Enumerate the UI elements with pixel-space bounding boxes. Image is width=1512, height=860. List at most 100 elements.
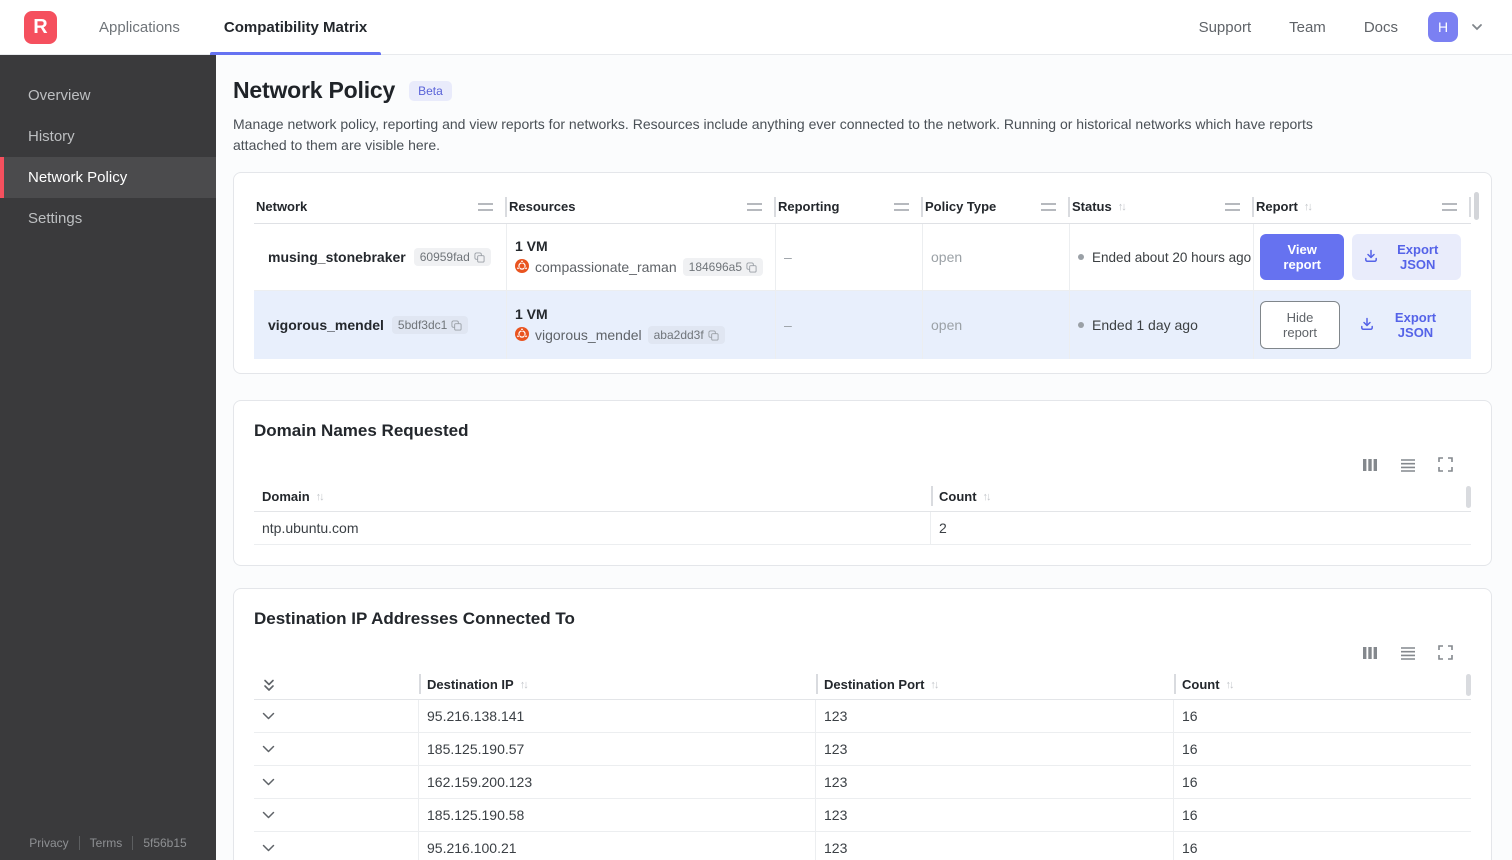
column-header-destination-ip[interactable]: Destination IP ↑↓ bbox=[419, 670, 816, 699]
ubuntu-icon bbox=[515, 258, 529, 276]
columns-icon[interactable] bbox=[1362, 457, 1378, 472]
sort-icon: ↑↓ bbox=[1225, 678, 1235, 691]
count-value: 16 bbox=[1182, 774, 1198, 790]
view-report-button[interactable]: View report bbox=[1260, 234, 1345, 280]
destination-row[interactable]: 185.125.190.58 123 16 bbox=[254, 799, 1471, 832]
download-icon bbox=[1364, 249, 1378, 266]
column-header-count[interactable]: Count ↑↓ bbox=[1174, 670, 1471, 699]
count-value: 16 bbox=[1182, 807, 1198, 823]
sidebar-item-overview[interactable]: Overview bbox=[0, 75, 216, 116]
destination-port-value: 123 bbox=[816, 832, 1174, 860]
column-header-report[interactable]: Report ↑↓ bbox=[1254, 190, 1471, 223]
copy-icon[interactable] bbox=[746, 261, 757, 273]
beta-badge: Beta bbox=[409, 80, 452, 101]
export-json-button[interactable]: Export JSON bbox=[1348, 302, 1461, 348]
domains-card: Domain Names Requested Domain ↑↓ Count ↑↓ … bbox=[233, 400, 1492, 566]
destinations-card: Destination IP Addresses Connected To De… bbox=[233, 588, 1492, 860]
nav-support[interactable]: Support bbox=[1183, 19, 1268, 36]
columns-icon[interactable] bbox=[1362, 645, 1378, 660]
column-header-count[interactable]: Count ↑↓ bbox=[931, 482, 1471, 511]
nav-compatibility-matrix[interactable]: Compatibility Matrix bbox=[206, 0, 385, 55]
chevron-down-icon[interactable] bbox=[1470, 20, 1484, 34]
page-title: Network Policy bbox=[233, 77, 396, 103]
table-scrollbar[interactable] bbox=[1474, 192, 1479, 220]
status-dot bbox=[1078, 322, 1084, 328]
destination-row[interactable]: 95.216.100.21 123 16 bbox=[254, 832, 1471, 860]
reporting-value: – bbox=[776, 224, 923, 290]
column-header-network[interactable]: Network bbox=[254, 190, 507, 223]
network-table-header: Network Resources Reporting Policy Type … bbox=[254, 190, 1479, 224]
hide-report-button[interactable]: Hide report bbox=[1260, 301, 1341, 349]
network-id-badge: 60959fad bbox=[413, 248, 491, 266]
sidebar-item-settings[interactable]: Settings bbox=[0, 198, 216, 239]
policy-type-value: open bbox=[923, 291, 1070, 359]
count-value: 16 bbox=[1182, 708, 1198, 724]
sidebar-item-history[interactable]: History bbox=[0, 116, 216, 157]
column-header-destination-port[interactable]: Destination Port ↑↓ bbox=[816, 670, 1174, 699]
copy-icon[interactable] bbox=[451, 319, 462, 331]
copy-icon[interactable] bbox=[708, 329, 719, 341]
network-table-card: Network Resources Reporting Policy Type … bbox=[233, 172, 1492, 374]
network-row-vigorous-mendel[interactable]: vigorous_mendel 5bdf3dc1 1 VM vigorous_m… bbox=[254, 291, 1471, 359]
expand-row-icon[interactable] bbox=[254, 766, 419, 798]
sort-icon: ↑↓ bbox=[1117, 200, 1127, 213]
sort-icon: ↑↓ bbox=[519, 678, 529, 691]
destination-row[interactable]: 162.159.200.123 123 16 bbox=[254, 766, 1471, 799]
destination-row[interactable]: 185.125.190.57 123 16 bbox=[254, 733, 1471, 766]
ubuntu-icon bbox=[515, 326, 529, 344]
domains-card-title: Domain Names Requested bbox=[254, 421, 469, 440]
app-logo[interactable]: R bbox=[24, 10, 57, 44]
column-header-policy-type[interactable]: Policy Type bbox=[923, 190, 1070, 223]
destination-port-value: 123 bbox=[816, 700, 1174, 732]
rows-icon[interactable] bbox=[1400, 645, 1416, 660]
expand-all-icon[interactable] bbox=[254, 670, 419, 699]
fullscreen-icon[interactable] bbox=[1438, 457, 1453, 472]
resource-name: vigorous_mendel bbox=[535, 327, 642, 343]
column-resize-handle[interactable] bbox=[894, 202, 909, 211]
table-toolbar bbox=[254, 457, 1471, 472]
domain-row[interactable]: ntp.ubuntu.com 2 bbox=[254, 512, 1471, 545]
fullscreen-icon[interactable] bbox=[1438, 645, 1453, 660]
nav-applications[interactable]: Applications bbox=[81, 0, 198, 55]
sidebar-item-network-policy[interactable]: Network Policy bbox=[0, 157, 216, 198]
privacy-link[interactable]: Privacy bbox=[19, 836, 78, 850]
expand-row-icon[interactable] bbox=[254, 832, 419, 860]
column-header-domain[interactable]: Domain ↑↓ bbox=[254, 482, 931, 511]
copy-icon[interactable] bbox=[474, 251, 485, 263]
nav-team[interactable]: Team bbox=[1273, 19, 1342, 36]
nav-docs[interactable]: Docs bbox=[1348, 19, 1414, 36]
resource-id-badge: aba2dd3f bbox=[647, 326, 725, 344]
count-value: 16 bbox=[1182, 840, 1198, 856]
destination-port-value: 123 bbox=[816, 766, 1174, 798]
table-scrollbar[interactable] bbox=[1466, 486, 1471, 508]
status-dot bbox=[1078, 254, 1084, 260]
destination-port-value: 123 bbox=[816, 799, 1174, 831]
export-json-button[interactable]: Export JSON bbox=[1352, 234, 1461, 280]
terms-link[interactable]: Terms bbox=[78, 836, 133, 850]
column-header-resources[interactable]: Resources bbox=[507, 190, 776, 223]
network-row-musing-stonebraker[interactable]: musing_stonebraker 60959fad 1 VM compass… bbox=[254, 224, 1471, 291]
column-resize-handle[interactable] bbox=[1442, 202, 1457, 211]
table-scrollbar[interactable] bbox=[1466, 674, 1471, 696]
rows-icon[interactable] bbox=[1400, 457, 1416, 472]
column-resize-handle[interactable] bbox=[1041, 202, 1056, 211]
destination-row[interactable]: 95.216.138.141 123 16 bbox=[254, 700, 1471, 733]
page-description: Manage network policy, reporting and vie… bbox=[233, 116, 1313, 153]
build-version: 5f56b15 bbox=[132, 836, 196, 850]
column-resize-handle[interactable] bbox=[478, 202, 493, 211]
column-resize-handle[interactable] bbox=[747, 202, 762, 211]
expand-row-icon[interactable] bbox=[254, 733, 419, 765]
column-resize-handle[interactable] bbox=[1225, 202, 1240, 211]
network-name: vigorous_mendel bbox=[268, 317, 384, 333]
resource-name: compassionate_raman bbox=[535, 259, 677, 275]
destination-ip-value: 185.125.190.58 bbox=[419, 799, 816, 831]
expand-row-icon[interactable] bbox=[254, 799, 419, 831]
column-header-status[interactable]: Status ↑↓ bbox=[1070, 190, 1254, 223]
count-value: 2 bbox=[939, 520, 947, 536]
expand-row-icon[interactable] bbox=[254, 700, 419, 732]
destination-ip-value: 95.216.100.21 bbox=[419, 832, 816, 860]
column-header-reporting[interactable]: Reporting bbox=[776, 190, 923, 223]
user-avatar[interactable]: H bbox=[1428, 12, 1458, 42]
sidebar: Overview History Network Policy Settings… bbox=[0, 55, 216, 860]
main-content: Network Policy Beta Manage network polic… bbox=[216, 55, 1512, 860]
